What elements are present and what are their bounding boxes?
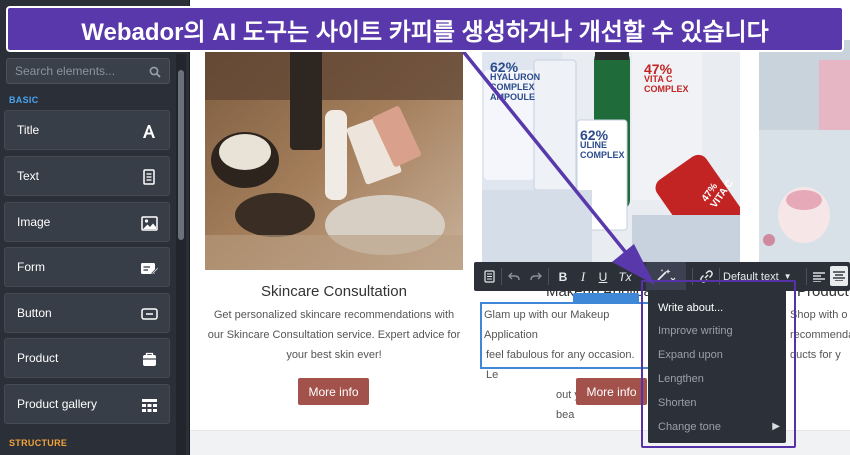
sidebar-item-form[interactable]: Form <box>4 247 170 287</box>
sidebar-item-image[interactable]: Image <box>4 202 170 242</box>
sidebar-scrollbar[interactable] <box>176 54 186 455</box>
product-label-c: 62% ULINE COMPLEX <box>580 127 625 160</box>
sidebar-item-product[interactable]: Product <box>4 338 170 378</box>
bold-button[interactable]: B <box>554 262 572 291</box>
align-left-icon[interactable] <box>810 262 828 291</box>
elements-sidebar: BASIC Title Text Image Form Button Produ… <box>0 0 190 455</box>
desc-line: recommenda <box>790 329 850 341</box>
align-center-icon[interactable] <box>830 266 848 286</box>
sidebar-item-label: Form <box>17 260 45 274</box>
bottles-photo[interactable]: 62% HYALURON COMPLEX AMPOULE 47% VITA C … <box>482 40 740 262</box>
sidebar-item-label: Product gallery <box>17 397 98 411</box>
product-gallery-icon <box>139 395 159 415</box>
search-input[interactable] <box>15 62 145 80</box>
search-box[interactable] <box>6 58 170 84</box>
card-description[interactable]: Get personalized skincare recommendation… <box>198 305 470 365</box>
caption-banner: Webador의 AI 도구는 사이트 카피를 생성하거나 개선할 수 있습니다 <box>6 6 844 52</box>
sidebar-item-label: Button <box>17 306 52 320</box>
text-icon <box>139 167 159 187</box>
label-text: AMPOULE <box>490 92 535 102</box>
label-text: 62% <box>490 59 519 75</box>
desc-line: your best skin ever! <box>286 349 382 361</box>
underline-button[interactable]: U <box>594 262 612 291</box>
label-text: COMPLEX <box>644 84 689 94</box>
text-block-icon[interactable] <box>478 262 500 291</box>
product-label-a: 62% HYALURON COMPLEX AMPOULE <box>490 59 541 102</box>
label-text: VITA C <box>644 74 673 84</box>
card-description[interactable]: Shop with o recommenda ducts for y <box>790 305 850 365</box>
button-icon <box>139 304 159 324</box>
caption-text: Webador의 AI 도구는 사이트 카피를 생성하거나 개선할 수 있습니다 <box>81 18 769 46</box>
product-icon <box>139 349 159 369</box>
toolbar-divider <box>806 268 807 285</box>
label-text: COMPLEX <box>580 150 625 160</box>
sidebar-item-label: Text <box>17 169 40 183</box>
label-text: 47% <box>644 61 673 77</box>
italic-button[interactable]: I <box>574 262 592 291</box>
card-title[interactable]: Skincare Consultation <box>205 283 463 300</box>
scrollbar-thumb[interactable] <box>178 70 184 240</box>
title-icon <box>139 121 159 141</box>
label-text: 62% <box>580 127 609 143</box>
desc-line: Shop with o <box>790 309 848 321</box>
more-info-button[interactable]: More info <box>298 378 369 405</box>
section-label-basic: BASIC <box>9 95 39 105</box>
undo-icon[interactable] <box>504 262 524 291</box>
desc-line: Glam up with our Makeup Application <box>484 309 610 341</box>
product-label-b: 47% VITA C COMPLEX <box>644 61 689 94</box>
label-text: HYALURON <box>490 72 541 82</box>
desc-line: Get personalized skincare recommendation… <box>213 309 455 321</box>
more-info-button[interactable]: More info <box>576 378 647 405</box>
clear-format-button[interactable]: Tx <box>614 262 636 291</box>
sidebar-item-title[interactable]: Title <box>4 110 170 150</box>
sidebar-item-label: Title <box>17 123 40 137</box>
label-text: COMPLEX <box>490 82 535 92</box>
form-icon <box>139 258 159 278</box>
search-icon[interactable] <box>149 65 161 83</box>
section-label-structure: STRUCTURE <box>9 438 68 448</box>
card-description[interactable]: Glam up with our Makeup Application feel… <box>484 305 644 425</box>
toolbar-divider <box>548 268 549 285</box>
sidebar-item-button[interactable]: Button <box>4 293 170 333</box>
skincare-photo[interactable] <box>205 40 463 270</box>
sidebar-item-label: Product <box>17 351 59 365</box>
label-text: ULINE <box>580 140 607 150</box>
menu-highlight-outline <box>641 280 796 448</box>
product-photo[interactable] <box>759 40 850 262</box>
image-icon <box>139 213 159 233</box>
toolbar-divider <box>501 268 502 285</box>
sidebar-item-product-gallery[interactable]: Product gallery <box>4 384 170 424</box>
desc-line: our Skincare Consultation service. Exper… <box>207 329 461 341</box>
desc-line: ducts for y <box>790 349 841 361</box>
redo-icon[interactable] <box>526 262 546 291</box>
sidebar-item-label: Image <box>17 215 51 229</box>
sidebar-item-text[interactable]: Text <box>4 156 170 196</box>
